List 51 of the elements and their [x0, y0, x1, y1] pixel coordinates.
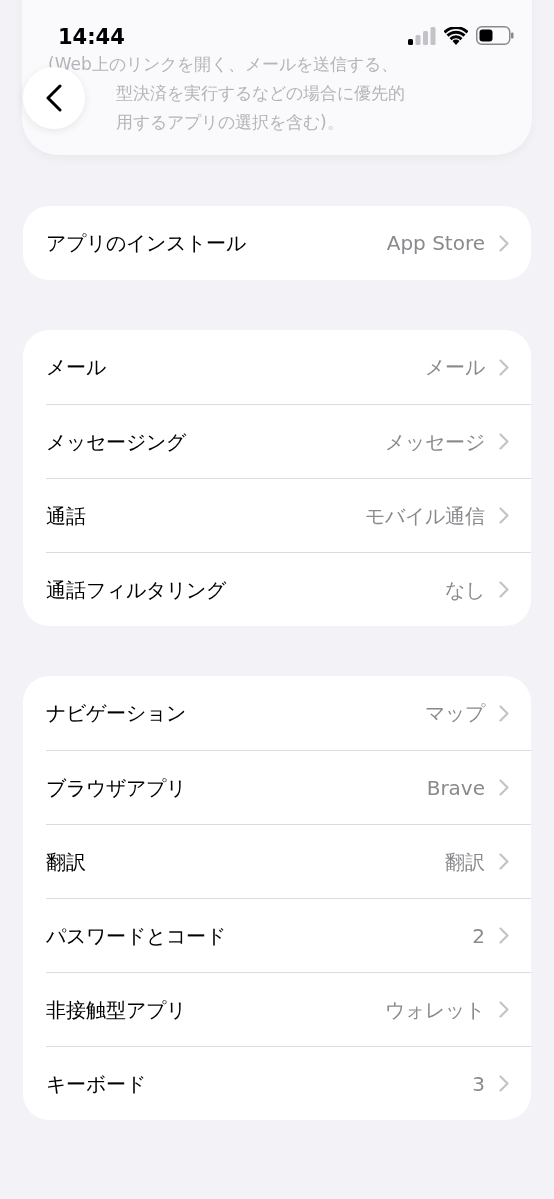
settings-row[interactable]: 通話 モバイル通信 [46, 478, 531, 552]
back-chevron-icon [45, 84, 63, 112]
settings-row[interactable]: 翻訳 翻訳 [46, 824, 531, 898]
settings-row[interactable]: ブラウザアプリ Brave [46, 750, 531, 824]
chevron-icon [499, 853, 509, 870]
chevron-icon [499, 433, 509, 450]
row-label: ブラウザアプリ [46, 774, 186, 802]
row-label: ナビゲーション [46, 700, 186, 727]
row-label: アプリのインストール [46, 230, 246, 257]
chevron-icon [499, 358, 509, 376]
row-label: 通話フィルタリング [46, 576, 226, 604]
row-value: メール [425, 354, 485, 381]
settings-row[interactable]: メール メール [46, 330, 531, 404]
wifi-icon [444, 26, 468, 45]
settings-row[interactable]: 通話フィルタリング なし [46, 552, 531, 626]
chevron-icon [499, 507, 509, 524]
settings-row[interactable]: キーボード 3 [46, 1046, 531, 1120]
chevron-icon [499, 779, 509, 796]
battery-icon [476, 26, 514, 45]
chevron-icon [499, 234, 509, 252]
settings-row[interactable]: ナビゲーション マップ [46, 676, 531, 750]
row-label: 翻訳 [46, 848, 86, 876]
row-value: 翻訳 [445, 848, 485, 876]
row-label: 非接触型アプリ [46, 996, 186, 1024]
settings-row[interactable]: アプリのインストール App Store [46, 206, 531, 280]
chevron-icon [499, 581, 509, 598]
status-time: 14:44 [58, 24, 125, 51]
row-label: 通話 [46, 502, 86, 530]
row-label: キーボード [46, 1070, 146, 1098]
signal-icon [408, 26, 436, 45]
row-value: 2 [472, 922, 485, 950]
row-label: パスワードとコード [46, 922, 226, 950]
row-value: マップ [425, 700, 485, 727]
row-label: メッセージング [46, 428, 186, 456]
settings-row[interactable]: パスワードとコード 2 [46, 898, 531, 972]
row-value: 3 [472, 1070, 485, 1098]
chevron-icon [499, 927, 509, 944]
row-value: なし [445, 576, 485, 604]
description-text: 型決済を実行するなどの場合に優先的 [116, 82, 405, 105]
settings-row[interactable]: メッセージング メッセージ [46, 404, 531, 478]
settings-row[interactable]: 非接触型アプリ ウォレット [46, 972, 531, 1046]
row-label: メール [46, 354, 106, 381]
row-value: モバイル通信 [365, 502, 485, 530]
description-text: 用するアプリの選択を含む)。 [116, 111, 344, 134]
row-value: ウォレット [385, 996, 485, 1024]
chevron-icon [499, 1075, 509, 1092]
row-value: メッセージ [385, 428, 485, 456]
row-value: App Store [386, 230, 485, 257]
chevron-icon [499, 1001, 509, 1018]
row-value: Brave [426, 774, 485, 802]
chevron-icon [499, 704, 509, 722]
